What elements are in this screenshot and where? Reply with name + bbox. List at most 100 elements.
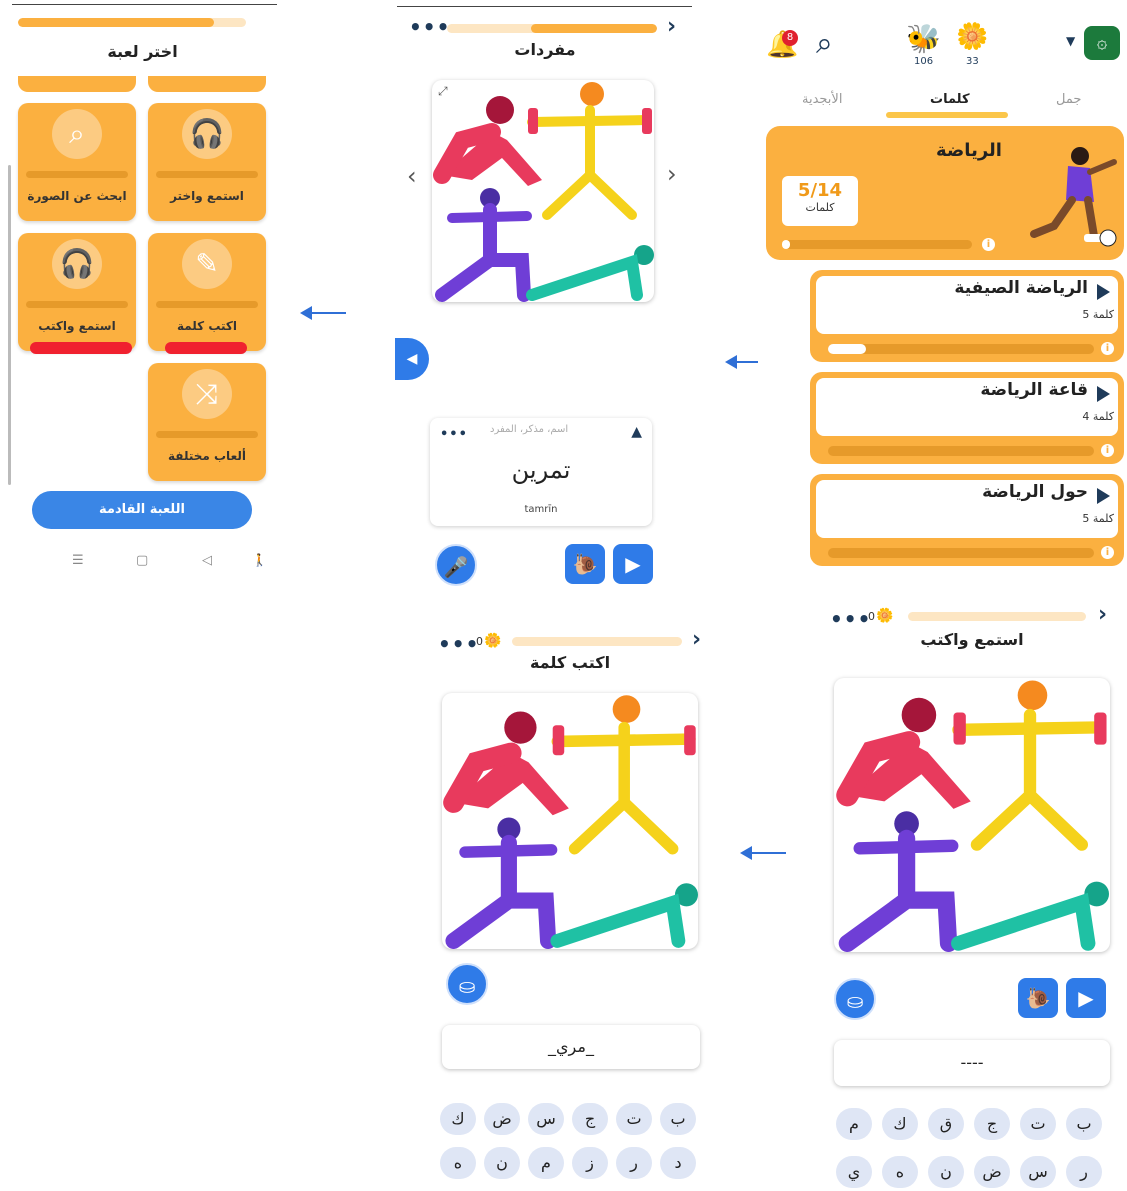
transliteration: tamrīn — [524, 504, 558, 515]
topic-name: قاعة الرياضة — [980, 380, 1088, 400]
listen-write-screen: ••• 0 🌼 › استمع واكتب ⛀ 🐌 ▶ ---- بتجقكم ر… — [822, 600, 1127, 1191]
forward-chevron-icon[interactable]: › — [667, 14, 676, 39]
answer-field[interactable]: ---- — [834, 1040, 1110, 1086]
word-card: ••• اسم، مذكر، المفرد ▲ تمرين tamrīn — [430, 418, 652, 526]
play-icon[interactable] — [1097, 386, 1110, 402]
tile-label: ابحث عن الصورة — [27, 189, 127, 203]
key-button[interactable]: ن — [928, 1156, 964, 1188]
tile-various-games[interactable]: ⤨ ألعاب مختلفة — [148, 363, 266, 481]
play-audio-button[interactable]: ▶ — [1066, 978, 1106, 1018]
page-title: استمع واكتب — [920, 630, 1024, 649]
flow-arrow — [300, 306, 346, 320]
topic-name: الرياضة الصيفية — [954, 278, 1088, 298]
topic-card[interactable]: الرياضة الصيفية 5 كلمة i — [810, 270, 1124, 362]
key-button[interactable]: ت — [1020, 1108, 1056, 1140]
tile-label: استمع واكتب — [38, 319, 116, 333]
info-icon[interactable]: i — [982, 238, 995, 251]
tile-write-word[interactable]: ✎ اكتب كلمة — [148, 233, 266, 351]
tile-listen-write[interactable]: 🎧 استمع واكتب — [18, 233, 136, 351]
key-button[interactable]: ج — [572, 1103, 608, 1135]
search-icon[interactable]: ⌕ — [816, 26, 833, 61]
tile-partial-right[interactable] — [148, 76, 266, 92]
tab-active-indicator — [886, 112, 1008, 118]
prev-chevron-icon[interactable]: ‹ — [407, 162, 417, 190]
key-button[interactable]: م — [528, 1147, 564, 1179]
key-button[interactable]: ب — [660, 1103, 696, 1135]
key-button[interactable]: ه — [440, 1147, 476, 1179]
language-dropdown-icon[interactable]: ▼ — [1066, 34, 1075, 48]
notification-badge: 8 — [782, 30, 798, 46]
hero-title: الرياضة — [936, 140, 1002, 161]
key-button[interactable]: ي — [836, 1156, 872, 1188]
key-button[interactable]: س — [1020, 1156, 1056, 1188]
key-button[interactable]: ض — [484, 1103, 520, 1135]
scroll-indicator[interactable] — [8, 165, 11, 485]
key-button[interactable]: ر — [1066, 1156, 1102, 1188]
key-button[interactable]: ب — [1066, 1108, 1102, 1140]
choose-game-screen: اختر لعبة ⌕ ابحث عن الصورة 🎧 استمع واختر… — [0, 0, 285, 580]
topic-card[interactable]: حول الرياضة 5 كلمة i — [810, 474, 1124, 566]
key-button[interactable]: ض — [974, 1156, 1010, 1188]
word-image-card — [834, 678, 1110, 952]
tile-partial-left[interactable] — [18, 76, 136, 92]
more-icon[interactable]: ••• — [440, 428, 468, 441]
more-icon[interactable]: ••• — [409, 17, 450, 37]
flag-icon[interactable]: ۞ — [1084, 26, 1120, 60]
top-divider — [397, 6, 692, 7]
info-icon[interactable]: i — [1101, 342, 1114, 355]
hero-card[interactable]: الرياضة 5/14 كلمات i — [766, 126, 1124, 260]
key-button[interactable]: ت — [616, 1103, 652, 1135]
more-icon[interactable]: ••• — [438, 634, 479, 654]
word-image-card[interactable]: ⤢ — [432, 80, 654, 302]
tile-label: استمع واختر — [170, 189, 244, 203]
key-button[interactable]: ك — [440, 1103, 476, 1135]
back-icon[interactable]: ◁ — [202, 553, 212, 568]
word-image-card — [442, 693, 698, 949]
exercise-illustration — [834, 678, 1110, 952]
warning-icon[interactable]: ▲ — [631, 424, 642, 440]
tab-words[interactable]: كلمات — [930, 92, 970, 107]
play-icon[interactable] — [1097, 284, 1110, 300]
slow-audio-button[interactable]: 🐌 — [1018, 978, 1058, 1018]
key-button[interactable]: ه — [882, 1156, 918, 1188]
play-audio-button[interactable]: ▶ — [613, 544, 653, 584]
forward-chevron-icon[interactable]: › — [1098, 602, 1107, 627]
info-icon[interactable]: i — [1101, 444, 1114, 457]
next-game-button[interactable]: اللعبة القادمة — [32, 491, 252, 529]
more-icon[interactable]: ••• — [830, 609, 871, 629]
key-button[interactable]: ج — [974, 1108, 1010, 1140]
accessibility-icon[interactable]: 🚶 — [252, 553, 267, 567]
hint-button[interactable]: ⛀ — [834, 978, 876, 1020]
expand-icon[interactable]: ⤢ — [438, 84, 448, 99]
collapse-tab-icon[interactable]: ◀ — [395, 338, 429, 380]
next-chevron-icon[interactable]: › — [667, 160, 677, 188]
key-button[interactable]: ق — [928, 1108, 964, 1140]
image-search-icon: ⌕ — [52, 109, 102, 159]
slow-audio-button[interactable]: 🐌 — [565, 544, 605, 584]
key-button[interactable]: س — [528, 1103, 564, 1135]
tab-sentences[interactable]: جمل — [1056, 92, 1081, 107]
key-button[interactable]: م — [836, 1108, 872, 1140]
forward-chevron-icon[interactable]: › — [692, 627, 701, 652]
info-icon[interactable]: i — [1101, 546, 1114, 559]
flower-icon: 🌼 — [876, 608, 894, 624]
headphones-icon: 🎧 — [182, 109, 232, 159]
microphone-button[interactable]: 🎤 — [435, 544, 477, 586]
menu-icon[interactable]: ☰ — [72, 553, 84, 568]
key-button[interactable]: ر — [616, 1147, 652, 1179]
answer-field[interactable]: _مري_ — [442, 1025, 700, 1069]
key-button[interactable]: ك — [882, 1108, 918, 1140]
tile-label: اكتب كلمة — [176, 319, 238, 333]
play-icon[interactable] — [1097, 488, 1110, 504]
flow-arrow — [740, 846, 786, 860]
tab-alphabet[interactable]: الأبجدية — [802, 92, 842, 107]
topic-card[interactable]: قاعة الرياضة 4 كلمة i — [810, 372, 1124, 464]
key-button[interactable]: ن — [484, 1147, 520, 1179]
tile-image-search[interactable]: ⌕ ابحث عن الصورة — [18, 103, 136, 221]
home-icon[interactable]: ▢ — [136, 553, 148, 568]
key-button[interactable]: ز — [572, 1147, 608, 1179]
tile-listen-choose[interactable]: 🎧 استمع واختر — [148, 103, 266, 221]
word-text: تمرين — [511, 456, 571, 484]
hint-button[interactable]: ⛀ — [446, 963, 488, 1005]
key-button[interactable]: د — [660, 1147, 696, 1179]
